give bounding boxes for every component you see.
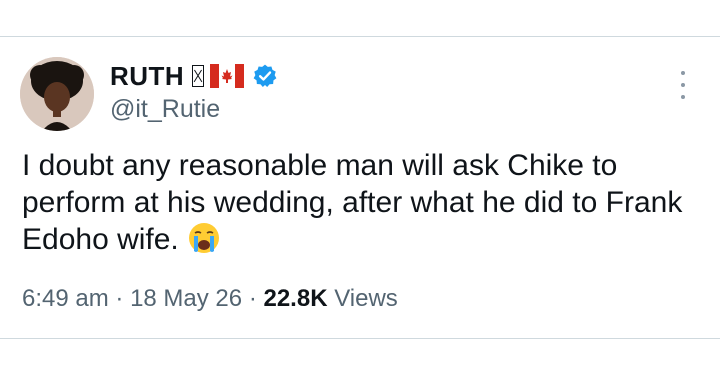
more-options-icon-dot	[681, 83, 685, 87]
tweet-meta: 6:49 am · 18 May 26 · 22.8K Views	[22, 285, 398, 313]
tweet-time[interactable]: 6:49 am	[22, 285, 109, 312]
crying-face-emoji-icon	[189, 223, 220, 253]
tweet-text-body: I doubt any reasonable man will ask Chik…	[22, 149, 683, 256]
meta-separator: ·	[115, 285, 124, 312]
name-row: RUTH	[110, 59, 278, 93]
canada-flag-icon	[210, 64, 245, 88]
tweet-card: RUTH @it_Rutie I doubt any reasonable ma…	[0, 37, 720, 337]
missing-glyph-icon	[192, 65, 205, 87]
divider	[0, 338, 720, 339]
views-count[interactable]: 22.8K	[263, 285, 327, 312]
verified-badge-icon	[253, 64, 277, 88]
views-label: Views	[334, 285, 398, 312]
tweet-text: I doubt any reasonable man will ask Chik…	[22, 147, 702, 258]
tweet-date[interactable]: 18 May 26	[130, 285, 242, 312]
more-options-icon-dot	[681, 95, 685, 99]
user-handle[interactable]: @it_Rutie	[110, 95, 278, 124]
meta-separator: ·	[248, 285, 257, 312]
partial-icon	[678, 0, 702, 6]
display-name[interactable]: RUTH	[110, 61, 184, 92]
more-options-icon	[681, 71, 685, 75]
avatar-image	[20, 57, 94, 131]
previous-item-strip	[0, 0, 720, 37]
avatar[interactable]	[20, 57, 94, 131]
more-options-button[interactable]	[672, 71, 694, 99]
tweet-header: RUTH @it_Rutie	[110, 59, 278, 124]
